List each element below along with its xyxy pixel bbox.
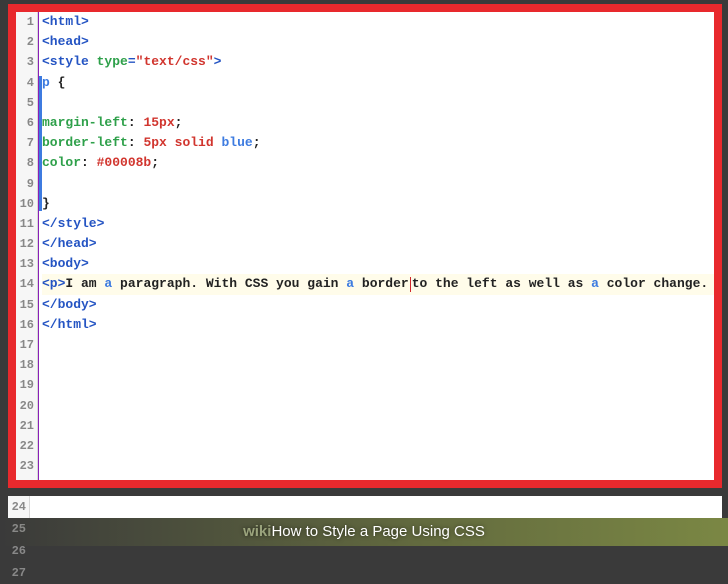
line-number: 7 [16, 133, 37, 153]
line-number: 26 [8, 540, 29, 562]
line-number: 21 [16, 416, 37, 436]
code-line[interactable] [42, 355, 714, 375]
code-line[interactable] [42, 375, 714, 395]
code-line[interactable]: color: #00008b; [42, 153, 714, 173]
code-line[interactable] [42, 436, 714, 456]
code-area[interactable]: <html><head><style type="text/css">p { m… [38, 12, 714, 480]
code-line[interactable]: </html> [42, 315, 714, 335]
line-number: 2 [16, 32, 37, 52]
code-line[interactable]: margin-left: 15px; [42, 113, 714, 133]
editor-frame: 1234567891011121314151617181920212223 <h… [8, 4, 722, 488]
code-line[interactable]: border-left: 5px solid blue; [42, 133, 714, 153]
code-line[interactable]: </style> [42, 214, 714, 234]
line-number: 12 [16, 234, 37, 254]
line-number: 9 [16, 174, 37, 194]
code-line[interactable]: <head> [42, 32, 714, 52]
line-number: 10 [16, 194, 37, 214]
code-line[interactable]: <body> [42, 254, 714, 274]
line-number: 20 [16, 396, 37, 416]
line-number: 19 [16, 375, 37, 395]
line-number: 8 [16, 153, 37, 173]
code-line[interactable] [42, 416, 714, 436]
code-line[interactable] [42, 456, 714, 476]
code-line[interactable]: </head> [42, 234, 714, 254]
code-lines[interactable]: <html><head><style type="text/css">p { m… [42, 12, 714, 476]
line-number: 13 [16, 254, 37, 274]
line-number: 16 [16, 315, 37, 335]
line-number: 22 [16, 436, 37, 456]
line-number: 1 [16, 12, 37, 32]
line-number: 3 [16, 52, 37, 72]
line-number: 23 [16, 456, 37, 476]
code-line[interactable] [42, 335, 714, 355]
code-line[interactable]: p { [42, 73, 714, 93]
line-number: 5 [16, 93, 37, 113]
line-number: 27 [8, 562, 29, 584]
code-line[interactable] [42, 93, 714, 113]
line-number: 15 [16, 295, 37, 315]
line-number: 6 [16, 113, 37, 133]
code-line[interactable]: } [42, 194, 714, 214]
editor-below: 24252627 [8, 496, 722, 518]
code-line[interactable]: </body> [42, 295, 714, 315]
line-number: 14 [16, 274, 37, 294]
line-number: 18 [16, 355, 37, 375]
watermark-title: How to Style a Page Using CSS [271, 523, 484, 540]
watermark: wikiHow to Style a Page Using CSS [0, 523, 728, 540]
fold-marker [39, 76, 42, 211]
watermark-prefix: wiki [243, 523, 271, 540]
line-number: 11 [16, 214, 37, 234]
code-line[interactable]: <html> [42, 12, 714, 32]
text-cursor [410, 277, 411, 292]
code-line[interactable] [42, 396, 714, 416]
code-line[interactable] [42, 174, 714, 194]
line-number: 4 [16, 73, 37, 93]
line-number: 17 [16, 335, 37, 355]
line-gutter: 1234567891011121314151617181920212223 [16, 12, 38, 480]
line-gutter-below: 24252627 [8, 496, 30, 518]
line-number: 24 [8, 496, 29, 518]
code-line[interactable]: <style type="text/css"> [42, 52, 714, 72]
code-line[interactable]: <p>I am a paragraph. With CSS you gain a… [42, 274, 714, 294]
